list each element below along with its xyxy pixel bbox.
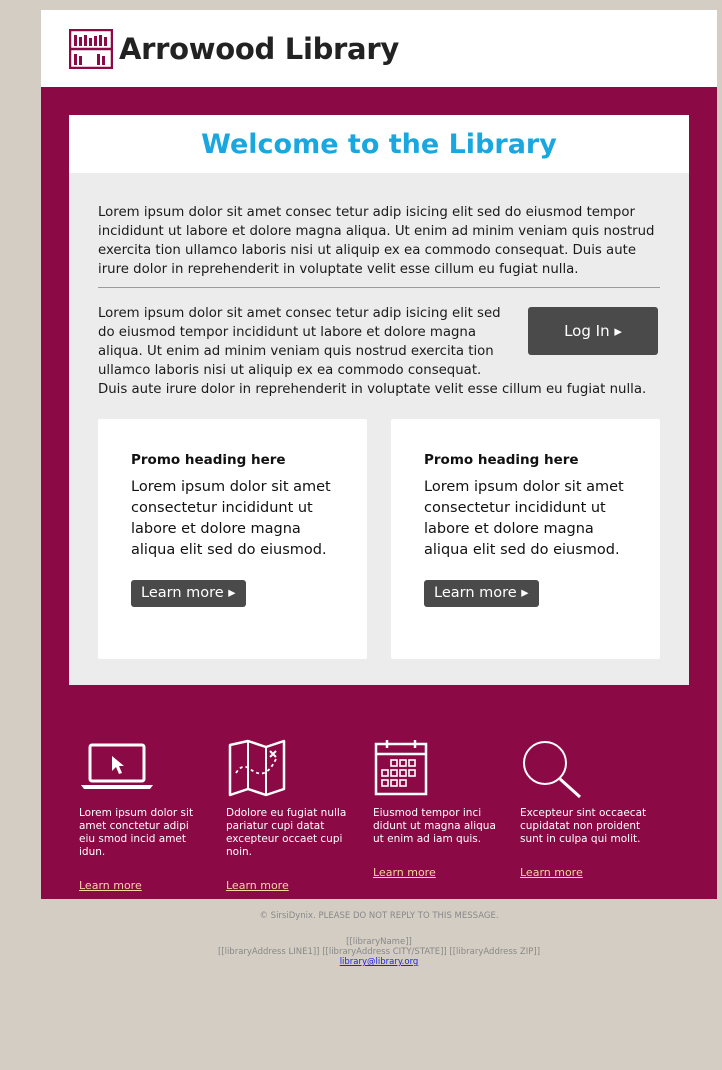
promo-text: Lorem ipsum dolor sit amet consectetur i… (131, 479, 331, 558)
calendar-icon (374, 740, 428, 796)
welcome-panel: Welcome to the Library Lorem ipsum dolor… (69, 115, 689, 685)
learn-more-button[interactable]: Learn more ▸ (424, 580, 539, 607)
learn-more-button[interactable]: Learn more ▸ (131, 580, 246, 607)
promo-card: Promo heading here Lorem ipsum dolor sit… (391, 419, 660, 659)
feature-item: Lorem ipsum dolor sit amet conctetur adi… (79, 739, 226, 899)
email-container: Arrowood Library Welcome to the Library … (41, 10, 717, 967)
promo-heading: Promo heading here (424, 452, 579, 468)
feature-text: Ddolore eu fugiat nulla pariatur cupi da… (226, 807, 347, 858)
map-icon (228, 739, 286, 797)
library-address: [[libraryAddress LINE1]] [[libraryAddres… (217, 947, 541, 957)
library-email-link[interactable]: library@library.org (340, 957, 419, 967)
features-row: Lorem ipsum dolor sit amet conctetur adi… (41, 711, 717, 899)
footer: © SirsiDynix. PLEASE DO NOT REPLY TO THI… (41, 899, 717, 967)
library-name: Arrowood Library (119, 31, 399, 66)
promo-heading: Promo heading here (131, 452, 286, 468)
feature-learn-more-link[interactable]: Learn more (226, 879, 289, 892)
library-name-token: [[libraryName]] (346, 937, 412, 947)
intro-paragraph: Lorem ipsum dolor sit amet consec tetur … (98, 205, 655, 277)
laptop-icon (81, 743, 153, 789)
feature-text: Excepteur sint occaecat cupidatat non pr… (520, 807, 647, 845)
feature-item: Ddolore eu fugiat nulla pariatur cupi da… (226, 739, 373, 899)
divider (98, 287, 660, 288)
welcome-title: Welcome to the Library (201, 128, 557, 160)
feature-item: Eiusmod tempor inci didunt ut magna aliq… (373, 739, 520, 899)
hero-section: Welcome to the Library Lorem ipsum dolor… (41, 87, 717, 711)
search-icon (523, 741, 582, 799)
feature-learn-more-link[interactable]: Learn more (520, 866, 583, 879)
promo-text: Lorem ipsum dolor sit amet consectetur i… (424, 479, 624, 558)
welcome-panel-body: Lorem ipsum dolor sit amet consec tetur … (69, 173, 689, 685)
feature-text: Eiusmod tempor inci didunt ut magna aliq… (373, 807, 496, 845)
header: Arrowood Library (41, 10, 717, 87)
feature-learn-more-link[interactable]: Learn more (373, 866, 436, 879)
promo-card: Promo heading here Lorem ipsum dolor sit… (98, 419, 367, 659)
login-block: Log In ▸ Lorem ipsum dolor sit amet cons… (98, 304, 660, 399)
feature-item: Excepteur sint occaecat cupidatat non pr… (520, 739, 667, 899)
feature-learn-more-link[interactable]: Learn more (79, 879, 142, 892)
login-button-wrap: Log In ▸ (528, 307, 658, 355)
feature-text: Lorem ipsum dolor sit amet conctetur adi… (79, 807, 194, 858)
bookshelf-logo-icon (69, 28, 113, 69)
promo-row: Promo heading here Lorem ipsum dolor sit… (98, 419, 660, 659)
copyright-notice: © SirsiDynix. PLEASE DO NOT REPLY TO THI… (259, 911, 499, 921)
login-button[interactable]: Log In ▸ (528, 307, 658, 355)
welcome-title-band: Welcome to the Library (69, 115, 689, 173)
